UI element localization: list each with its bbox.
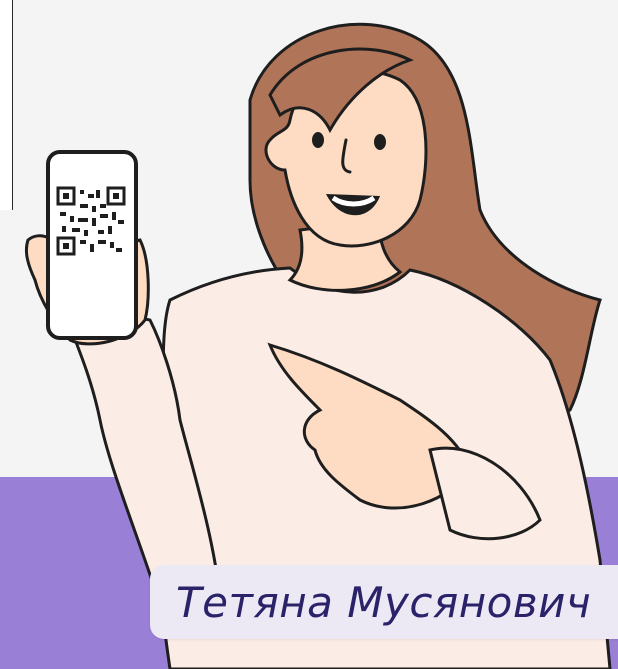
author-name: Тетяна Мусянович bbox=[176, 578, 592, 627]
qr-code-icon bbox=[56, 186, 126, 256]
illustration-stage: Тетяна Мусянович bbox=[0, 0, 618, 669]
